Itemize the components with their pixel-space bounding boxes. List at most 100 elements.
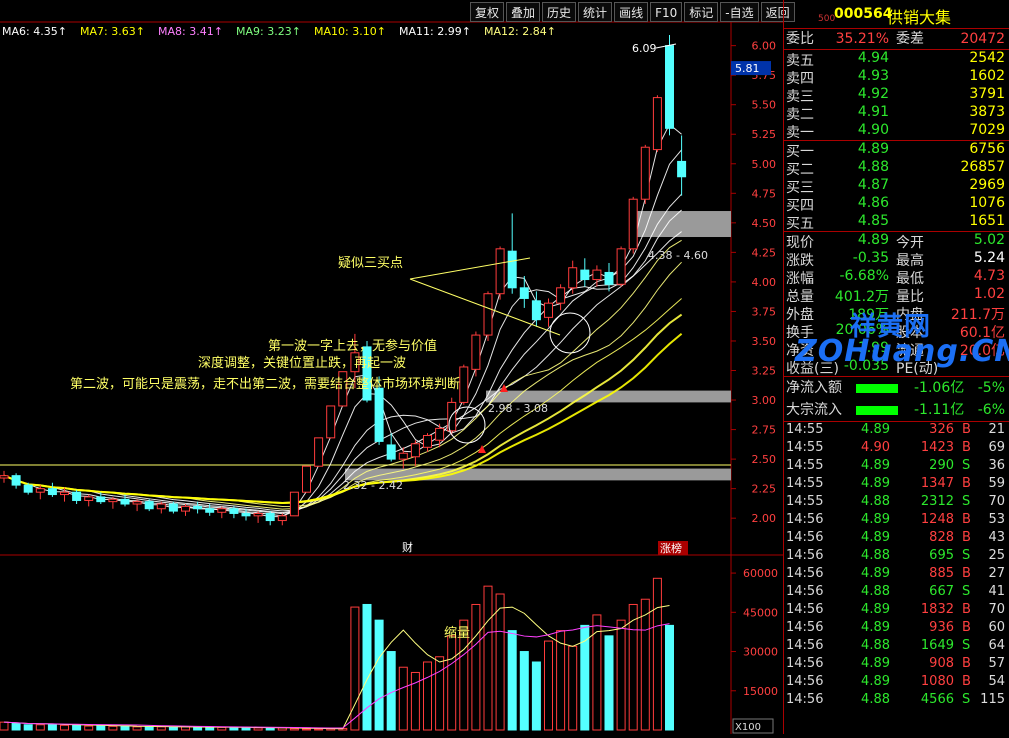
chart-toolbar: 复权 叠加 历史 统计 画线 F10 标记 -自选 返回 [468, 2, 795, 22]
sell-label: 卖二 [786, 107, 814, 123]
volume-axis-label: 30000 [743, 646, 778, 659]
quote-label: 涨幅 [786, 271, 814, 287]
volume-bar [362, 603, 372, 731]
tick-time: 14:56 [786, 674, 824, 689]
wave2-note: 第二波，可能只是震荡，走不出第二波，需要结合整体市场环境判断 [70, 376, 460, 392]
volume-bar [302, 728, 311, 731]
price-axis-label: 2.00 [752, 512, 777, 525]
tick-time: 14:56 [786, 584, 824, 599]
volume-bar [289, 728, 299, 731]
volume-bar [23, 724, 33, 731]
candle-body [253, 512, 263, 517]
volume-bar [108, 725, 118, 731]
candle-body [156, 503, 166, 510]
buy-price: 4.87 [857, 177, 889, 193]
candle-body [386, 444, 396, 460]
buy-row: 买五 4.85 1651 [784, 213, 1009, 232]
volume-bar [616, 619, 626, 731]
mark-button[interactable]: 标记 [684, 2, 719, 22]
volume-bar [314, 728, 324, 731]
candle-body [289, 491, 299, 517]
kline-chart[interactable]: 6.005.755.505.255.004.754.504.254.003.75… [0, 0, 783, 734]
price-axis-label: 3.25 [752, 365, 777, 378]
ma-legend-item: MA11: 2.99↑ [399, 25, 471, 38]
tick-count: 25 [988, 548, 1005, 563]
volume-bar [0, 721, 9, 731]
tick-side: B [962, 656, 971, 671]
quote-label-2: 最低 [896, 271, 924, 287]
quote-row: 现价 4.89 今开 5.02 [784, 232, 1009, 251]
volume-bar [350, 606, 360, 731]
price-axis-label: 2.75 [752, 424, 777, 437]
tick-time: 14:55 [786, 422, 824, 437]
tick-volume: 908 [929, 656, 954, 671]
candle-body [435, 427, 445, 441]
candle-body [628, 198, 638, 250]
buy-volume: 26857 [960, 159, 1005, 175]
tick-side: S [962, 692, 971, 707]
buy-price: 4.89 [857, 141, 889, 157]
tick-side: B [962, 440, 971, 455]
history-button[interactable]: 历史 [542, 2, 577, 22]
tick-count: 60 [988, 620, 1005, 635]
tick-side: B [962, 530, 971, 545]
quote-label: 现价 [786, 235, 814, 251]
volume-bar [35, 724, 45, 731]
tick-volume: 695 [929, 548, 954, 563]
candle-body [84, 496, 94, 501]
tick-count: 41 [988, 584, 1005, 599]
volume-bar [471, 603, 481, 731]
tick-row: 14:55 4.89 290 S 36 [784, 458, 1009, 476]
volume-bar [628, 603, 638, 731]
quote-value: -6.68% [839, 268, 889, 284]
candle-body [410, 443, 420, 458]
tick-volume: 667 [929, 584, 954, 599]
tick-volume: 290 [929, 458, 954, 473]
price-axis-label: 5.00 [752, 158, 777, 171]
f10-button[interactable]: F10 [650, 2, 683, 22]
quote-value-2: 1.02 [973, 286, 1005, 302]
quote-value-2: 5.24 [973, 250, 1005, 266]
buy-label: 买三 [786, 180, 814, 196]
tick-volume: 1347 [920, 476, 954, 491]
buy-price: 4.88 [857, 159, 889, 175]
tick-count: 59 [988, 476, 1005, 491]
buy-price: 4.86 [857, 195, 889, 211]
tick-price: 4.89 [861, 422, 890, 437]
draw-line-button[interactable]: 画线 [614, 2, 649, 22]
weibi-label: 委比 [786, 31, 814, 47]
weicha-value: 20472 [960, 31, 1005, 47]
flow-row: 大宗流入 -1.11亿 -6% [784, 399, 1009, 421]
overlay-button[interactable]: 叠加 [506, 2, 541, 22]
tick-list[interactable]: 14:55 4.89 326 B 21 14:55 4.90 1423 B 69 14:55 4.89… [784, 422, 1009, 710]
candle-body [60, 491, 69, 496]
weicha-label: 委差 [896, 31, 924, 47]
volume-bar [374, 619, 384, 731]
sell-label: 卖四 [786, 71, 814, 87]
volume-bar [156, 726, 166, 731]
candle-body [144, 501, 154, 510]
tick-time: 14:56 [786, 566, 824, 581]
volume-bar [652, 577, 662, 731]
tick-volume: 1649 [920, 638, 954, 653]
stats-button[interactable]: 统计 [578, 2, 613, 22]
sell-price: 4.91 [857, 104, 889, 120]
kline-chart-area[interactable]: 6.00 5.75 5.50 5.25 5.00 4.75 4.50 4.25 4.00 3.75… [0, 0, 783, 734]
sell-row: 卖五 4.94 2542 [784, 50, 1009, 69]
watermark-cn: 祥黄网 [850, 312, 932, 342]
tick-row: 14:56 4.88 667 S 41 [784, 584, 1009, 602]
quote-value-2: 4.73 [973, 268, 1005, 284]
buy-price: 4.85 [857, 213, 889, 229]
candle-body [398, 452, 408, 460]
tick-volume: 1832 [920, 602, 954, 617]
remove-watchlist-button[interactable]: -自选 [720, 2, 759, 22]
volume-bar [423, 661, 432, 731]
tick-count: 57 [988, 656, 1005, 671]
sell-label: 卖三 [786, 89, 814, 105]
candle-body [72, 491, 82, 501]
buy-row: 买一 4.89 6756 [784, 141, 1009, 160]
tick-time: 14:56 [786, 656, 824, 671]
fuquan-button[interactable]: 复权 [470, 2, 505, 22]
tick-count: 36 [988, 458, 1005, 473]
candle-body [495, 248, 505, 295]
